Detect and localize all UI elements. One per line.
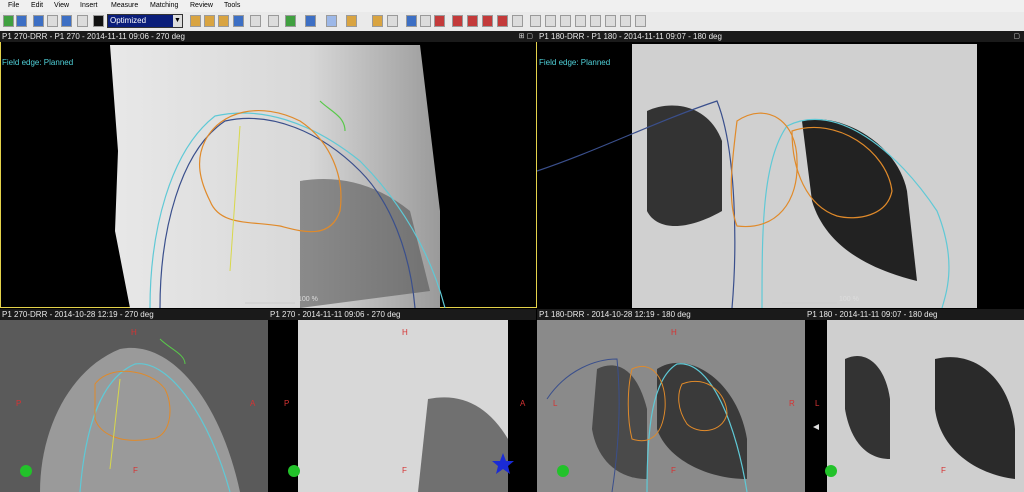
rectangle-icon[interactable] [560, 15, 571, 27]
panel-title: P1 180-DRR - P1 180 - 2014-11-11 09:07 -… [537, 31, 1024, 42]
panel-title: P1 180-DRR - 2014-10-28 12:19 - 180 deg [537, 309, 805, 320]
orientation-foot: F [133, 466, 138, 475]
new-icon[interactable] [3, 15, 14, 27]
pan-hand-icon[interactable] [218, 15, 229, 27]
orientation-foot: F [402, 466, 407, 475]
menu-tools[interactable]: Tools [224, 2, 240, 9]
zoom-in-icon[interactable] [190, 15, 201, 27]
panel-bottom-3[interactable]: P1 180-DRR - 2014-10-28 12:19 - 180 deg … [537, 309, 805, 492]
panel-maximize-icon[interactable]: ▢ [1013, 32, 1020, 40]
black-level-icon[interactable] [93, 15, 104, 27]
settings-icon[interactable] [420, 15, 431, 27]
menu-file[interactable]: File [8, 2, 19, 9]
match-icon[interactable] [452, 15, 463, 27]
panel-title: P1 270-DRR - P1 270 - 2014-11-11 09:06 -… [0, 31, 537, 42]
contrast-icon[interactable] [61, 15, 72, 27]
layout-icon[interactable] [250, 15, 261, 27]
image-mode-select[interactable]: Optimized ▼ [107, 14, 183, 28]
panel-bottom-4[interactable]: P1 180 - 2014-11-11 09:07 - 180 deg L F [805, 309, 1024, 492]
orientation-anterior: A [250, 399, 256, 408]
invert-icon[interactable] [77, 15, 88, 27]
field-edge-label: Field edge: Planned [2, 58, 74, 67]
orientation-posterior: P [16, 399, 22, 408]
pencil-icon[interactable] [372, 15, 383, 27]
zoom-level: 100 % [839, 296, 859, 303]
orientation-left: L [553, 399, 558, 408]
ellipse-icon[interactable] [575, 15, 586, 27]
zoom-out-icon[interactable] [204, 15, 215, 27]
register-icon[interactable] [482, 15, 493, 27]
menu-edit[interactable]: Edit [31, 2, 43, 9]
panel-maximize-icon[interactable]: ⊞ ▢ [519, 32, 533, 40]
menu-view[interactable]: View [54, 2, 69, 9]
menu-measure[interactable]: Measure [111, 2, 138, 9]
menu-bar: File Edit View Insert Measure Matching R… [0, 0, 1024, 12]
export-icon[interactable] [512, 15, 523, 27]
orientation-foot: F [941, 466, 946, 475]
panel-title: P1 270-DRR - 2014-10-28 12:19 - 270 deg [0, 309, 268, 320]
menu-matching[interactable]: Matching [150, 2, 178, 9]
xray-lateral-large [110, 45, 446, 308]
orientation-foot: F [671, 466, 676, 475]
xray-ap-portal-small [813, 320, 1024, 492]
orientation-left: L [815, 399, 820, 408]
info-icon[interactable] [406, 15, 417, 27]
field-edge-label: Field edge: Planned [539, 58, 611, 67]
toolbar: Optimized ▼ [0, 12, 1024, 32]
overlay-icon[interactable] [326, 15, 337, 27]
orientation-right: R [789, 399, 795, 408]
rotate-icon[interactable] [233, 15, 244, 27]
chevron-down-icon: ▼ [173, 15, 182, 27]
orientation-head: H [131, 328, 137, 337]
sun-icon[interactable] [346, 15, 357, 27]
panel-top-left[interactable]: P1 270-DRR - P1 270 - 2014-11-11 09:06 -… [0, 31, 537, 308]
save-icon[interactable] [16, 15, 27, 27]
grid-icon[interactable] [305, 15, 316, 27]
points-icon[interactable] [635, 15, 646, 27]
polyline-icon[interactable] [545, 15, 556, 27]
curve-icon[interactable] [530, 15, 541, 27]
arrow-icon[interactable] [590, 15, 601, 27]
orientation-head: H [671, 328, 677, 337]
orientation-head: H [402, 328, 408, 337]
grayscale-icon[interactable] [47, 15, 58, 27]
approve-icon[interactable] [497, 15, 508, 27]
window-level-icon[interactable] [33, 15, 44, 27]
crosshair-icon[interactable] [285, 15, 296, 27]
orientation-anterior: A [520, 399, 526, 408]
orientation-posterior: P [284, 399, 290, 408]
panel-title: P1 180 - 2014-11-11 09:07 - 180 deg [805, 309, 1024, 320]
menu-review[interactable]: Review [190, 2, 213, 9]
xray-ap-large [537, 44, 977, 308]
menu-insert[interactable]: Insert [80, 2, 98, 9]
freehand-icon[interactable] [620, 15, 631, 27]
panel-top-right[interactable]: P1 180-DRR - P1 180 - 2014-11-11 09:07 -… [537, 31, 1024, 308]
fit-icon[interactable] [268, 15, 279, 27]
text-icon[interactable] [605, 15, 616, 27]
compare-icon[interactable] [467, 15, 478, 27]
panel-bottom-2[interactable]: P1 270 - 2014-11-11 09:06 - 270 deg H P … [268, 309, 536, 492]
panel-title: P1 270 - 2014-11-11 09:06 - 270 deg [268, 309, 536, 320]
chart-icon[interactable] [434, 15, 445, 27]
panel-bottom-1[interactable]: P1 270-DRR - 2014-10-28 12:19 - 270 deg … [0, 309, 268, 492]
cut-icon[interactable] [387, 15, 398, 27]
zoom-level: 100 % [298, 296, 318, 303]
